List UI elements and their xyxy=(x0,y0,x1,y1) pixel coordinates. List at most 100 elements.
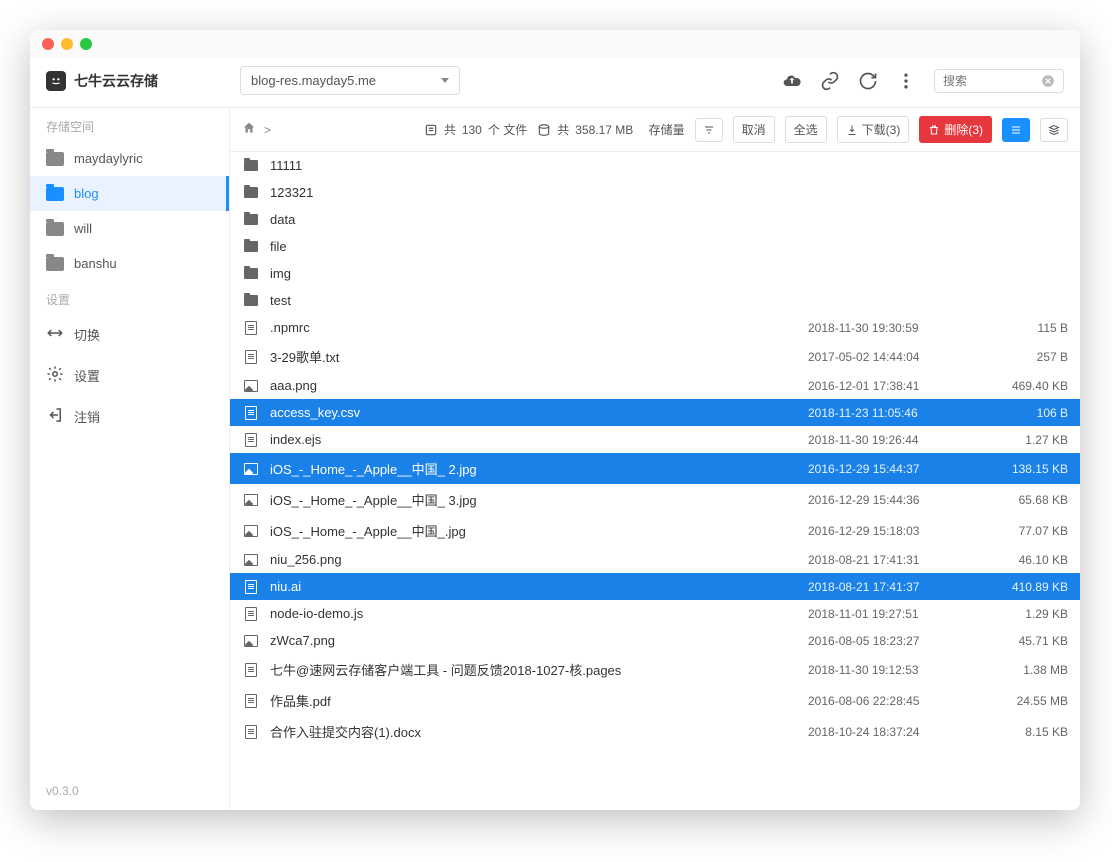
file-date: 2018-10-24 18:37:24 xyxy=(808,725,978,739)
search-input[interactable] xyxy=(943,74,1035,88)
home-icon[interactable] xyxy=(242,121,256,138)
file-name: img xyxy=(270,266,808,281)
file-icon xyxy=(245,694,257,708)
file-name: file xyxy=(270,239,808,254)
file-row[interactable]: iOS_-_Home_-_Apple__中国_ 2.jpg2016-12-29 … xyxy=(230,453,1080,484)
image-icon xyxy=(244,380,258,392)
folder-row[interactable]: file xyxy=(230,233,1080,260)
sidebar-bucket-blog[interactable]: blog xyxy=(30,176,229,211)
file-size: 410.89 KB xyxy=(978,580,1068,594)
file-row[interactable]: 作品集.pdf2016-08-06 22:28:4524.55 MB xyxy=(230,685,1080,716)
file-date: 2018-11-23 11:05:46 xyxy=(808,406,978,420)
file-name: data xyxy=(270,212,808,227)
image-icon xyxy=(244,463,258,475)
link-icon[interactable] xyxy=(820,71,840,91)
file-icon xyxy=(245,406,257,420)
sidebar-setting-logout[interactable]: 注销 xyxy=(30,396,229,437)
file-row[interactable]: niu_256.png2018-08-21 17:41:3146.10 KB xyxy=(230,546,1080,573)
file-row[interactable]: zWca7.png2016-08-05 18:23:2745.71 KB xyxy=(230,627,1080,654)
folder-icon xyxy=(244,241,258,252)
file-name: iOS_-_Home_-_Apple__中国_ 2.jpg xyxy=(270,459,808,478)
file-name: 123321 xyxy=(270,185,808,200)
sidebar-item-label: 注销 xyxy=(74,407,100,426)
file-name: 七牛@速网云存储客户端工具 - 问题反馈2018-1027-核.pages xyxy=(270,660,808,679)
folder-icon xyxy=(46,187,64,201)
close-button[interactable] xyxy=(42,38,54,50)
sidebar: 存储空间 maydaylyricblogwillbanshu 设置 切换设置注销… xyxy=(30,108,230,810)
select-all-button[interactable]: 全选 xyxy=(785,116,827,143)
file-name: niu_256.png xyxy=(270,552,808,567)
titlebar xyxy=(30,30,1080,58)
file-list[interactable]: 11111 123321 data file img test .npmrc2018-11-… xyxy=(230,152,1080,810)
file-row[interactable]: node-io-demo.js2018-11-01 19:27:511.29 K… xyxy=(230,600,1080,627)
delete-button[interactable]: 删除(3) xyxy=(919,116,992,143)
file-row[interactable]: 七牛@速网云存储客户端工具 - 问题反馈2018-1027-核.pages201… xyxy=(230,654,1080,685)
folder-row[interactable]: img xyxy=(230,260,1080,287)
minimize-button[interactable] xyxy=(61,38,73,50)
search-box[interactable] xyxy=(934,69,1064,93)
folder-icon xyxy=(244,268,258,279)
clear-icon[interactable] xyxy=(1041,74,1055,88)
file-icon xyxy=(245,580,257,594)
file-size: 65.68 KB xyxy=(978,493,1068,507)
sidebar-bucket-banshu[interactable]: banshu xyxy=(30,246,229,281)
file-size: 469.40 KB xyxy=(978,379,1068,393)
file-date: 2018-11-30 19:12:53 xyxy=(808,663,978,677)
sidebar-setting-switch[interactable]: 切换 xyxy=(30,314,229,355)
more-icon[interactable] xyxy=(896,71,916,91)
upload-icon[interactable] xyxy=(782,71,802,91)
download-button[interactable]: 下载(3) xyxy=(837,116,910,143)
main: 存储空间 maydaylyricblogwillbanshu 设置 切换设置注销… xyxy=(30,107,1080,810)
file-name: niu.ai xyxy=(270,579,808,594)
folder-icon xyxy=(244,160,258,171)
cancel-button[interactable]: 取消 xyxy=(733,116,775,143)
file-row[interactable]: 合作入驻提交内容(1).docx2018-10-24 18:37:248.15 … xyxy=(230,716,1080,747)
file-count: 共130个 文件 xyxy=(424,121,527,138)
file-row[interactable]: 3-29歌单.txt2017-05-02 14:44:04257 B xyxy=(230,341,1080,372)
file-row[interactable]: aaa.png2016-12-01 17:38:41469.40 KB xyxy=(230,372,1080,399)
sidebar-item-label: banshu xyxy=(74,256,117,271)
app-window: 七牛云云存储 blog-res.mayday5.me 存储空间 maydayly… xyxy=(30,30,1080,810)
file-row[interactable]: iOS_-_Home_-_Apple__中国_ 3.jpg2016-12-29 … xyxy=(230,484,1080,515)
file-name: test xyxy=(270,293,808,308)
sidebar-item-label: maydaylyric xyxy=(74,151,143,166)
gear-icon xyxy=(46,365,64,386)
brand-title: 七牛云云存储 xyxy=(74,71,158,91)
view-grid-button[interactable] xyxy=(1040,118,1068,142)
folder-row[interactable]: data xyxy=(230,206,1080,233)
view-list-button[interactable] xyxy=(1002,118,1030,142)
toolbar: > 共130个 文件 共358.17 MB 存储量 取消 全选 xyxy=(230,108,1080,152)
file-name: 合作入驻提交内容(1).docx xyxy=(270,722,808,741)
file-row[interactable]: iOS_-_Home_-_Apple__中国_.jpg2016-12-29 15… xyxy=(230,515,1080,546)
file-name: index.ejs xyxy=(270,432,808,447)
file-row[interactable]: .npmrc2018-11-30 19:30:59115 B xyxy=(230,314,1080,341)
folder-row[interactable]: test xyxy=(230,287,1080,314)
file-row[interactable]: index.ejs2018-11-30 19:26:441.27 KB xyxy=(230,426,1080,453)
file-size: 1.38 MB xyxy=(978,663,1068,677)
file-row[interactable]: niu.ai2018-08-21 17:41:37410.89 KB xyxy=(230,573,1080,600)
file-size: 45.71 KB xyxy=(978,634,1068,648)
folder-row[interactable]: 123321 xyxy=(230,179,1080,206)
image-icon xyxy=(244,525,258,537)
chevron-down-icon xyxy=(441,78,449,83)
file-size: 115 B xyxy=(978,321,1068,335)
folder-row[interactable]: 11111 xyxy=(230,152,1080,179)
refresh-icon[interactable] xyxy=(858,71,878,91)
content: > 共130个 文件 共358.17 MB 存储量 取消 全选 xyxy=(230,108,1080,810)
file-icon xyxy=(245,607,257,621)
sidebar-setting-gear[interactable]: 设置 xyxy=(30,355,229,396)
file-name: access_key.csv xyxy=(270,405,808,420)
sidebar-section-settings: 设置 xyxy=(30,281,229,314)
sidebar-item-label: blog xyxy=(74,186,99,201)
sidebar-bucket-maydaylyric[interactable]: maydaylyric xyxy=(30,141,229,176)
file-row[interactable]: access_key.csv2018-11-23 11:05:46106 B xyxy=(230,399,1080,426)
sidebar-item-label: 切换 xyxy=(74,325,100,344)
filter-button[interactable] xyxy=(695,118,723,142)
sidebar-bucket-will[interactable]: will xyxy=(30,211,229,246)
file-size: 257 B xyxy=(978,350,1068,364)
file-date: 2016-12-29 15:44:36 xyxy=(808,493,978,507)
breadcrumb: > xyxy=(242,121,271,138)
maximize-button[interactable] xyxy=(80,38,92,50)
sidebar-section-storage: 存储空间 xyxy=(30,108,229,141)
bucket-selector[interactable]: blog-res.mayday5.me xyxy=(240,66,460,95)
